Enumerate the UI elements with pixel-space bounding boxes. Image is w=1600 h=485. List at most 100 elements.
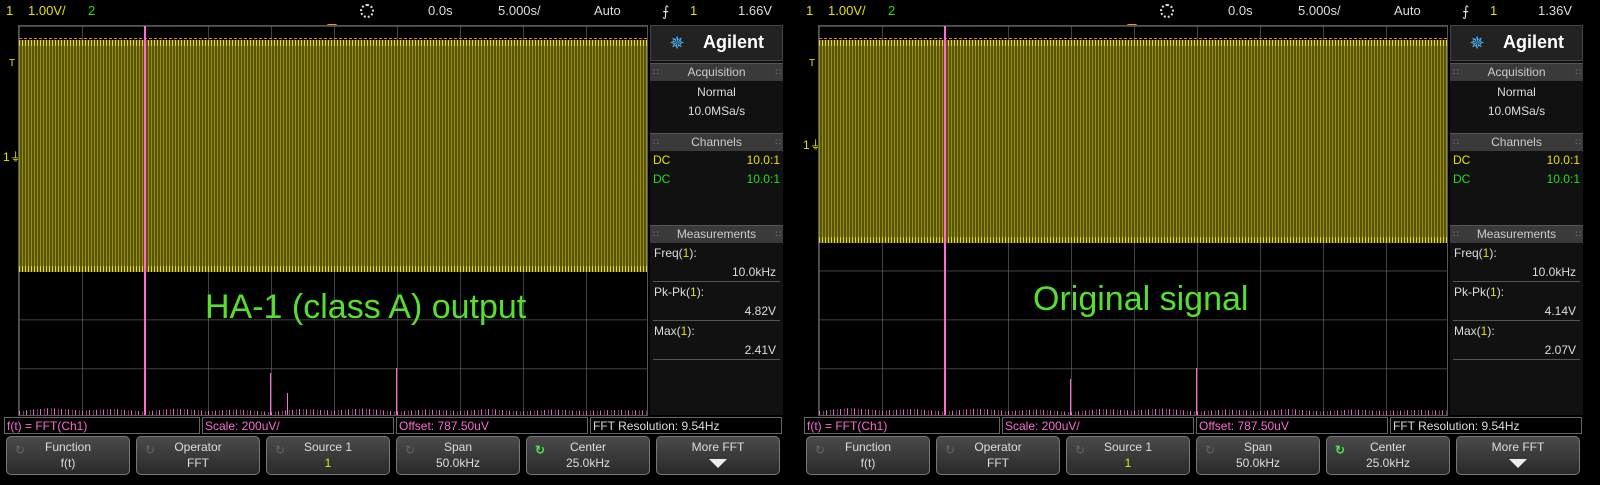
grip-icon: ∷ (1575, 229, 1581, 239)
softkey-value: 1 (324, 456, 332, 470)
softkey-bar: ↻ Function f(t) ↻ Operator FFT ↻ Source … (0, 436, 800, 485)
channel-1-scale[interactable]: 1.00V/ (828, 0, 866, 22)
softkey-title: Center (569, 440, 607, 454)
measurement-value: 10.0kHz (653, 264, 780, 282)
math-function-label: f(t) = FFT(Ch1) (804, 417, 1000, 434)
section-title: Measurements (1476, 227, 1557, 241)
status-bar: 1 1.00V/ 2 0.0s 5.000s/ Auto ⨍ 1 1.66V (0, 0, 800, 22)
sample-rate: 10.0MSa/s (687, 104, 746, 118)
math-status-bar: f(t) = FFT(Ch1) Scale: 200uV/ Offset: 78… (0, 417, 800, 434)
time-position: 0.0s (428, 3, 453, 18)
channel-2-indicator[interactable]: 2 (888, 0, 895, 22)
knob-icon: ↻ (145, 443, 156, 457)
function-softkey[interactable]: ↻ Function f(t) (806, 436, 930, 475)
measurement-freq: Freq(1): 10.0kHz (1450, 243, 1583, 282)
channel-2-indicator[interactable]: 2 (88, 0, 95, 22)
grip-icon: ∷ (1575, 137, 1581, 147)
fft-harmonic-2 (1070, 379, 1071, 415)
waveform-display[interactable]: Original signal (818, 25, 1448, 416)
channel-coupling: DC (653, 172, 671, 186)
oscilloscope-screen-left: 1 1.00V/ 2 0.0s 5.000s/ Auto ⨍ 1 1.66V T… (0, 0, 800, 485)
measurement-freq: Freq(1): 10.0kHz (650, 243, 783, 282)
section-title: Acquisition (687, 65, 746, 79)
acquisition-header[interactable]: ∷ Acquisition ∷ (650, 63, 783, 81)
measurement-max: Max(1): 2.41V (650, 321, 783, 360)
trigger-level-marker: T (809, 58, 816, 69)
channels-header[interactable]: ∷ Channels ∷ (1450, 133, 1583, 151)
measurement-channel: 1 (690, 285, 697, 299)
grip-icon: ∷ (653, 137, 659, 147)
measurement-name: Freq( (654, 246, 683, 260)
fft-harmonic-3 (1196, 368, 1197, 415)
rising-edge-icon: ⨍ (1462, 3, 1470, 19)
trigger-level-line (19, 38, 647, 39)
source-1-softkey[interactable]: ↻ Source 1 1 (1066, 436, 1190, 475)
fft-noise-floor (19, 408, 647, 415)
fft-resolution: FFT Resolution: 9.54Hz (1390, 417, 1582, 434)
softkey-bar: ↻ Function f(t) ↻ Operator FFT ↻ Source … (800, 436, 1600, 485)
channel-probe-ratio: 10.0:1 (746, 172, 780, 186)
more-fft-softkey[interactable]: More FFT (656, 436, 780, 475)
waveform-display[interactable]: HA-1 (class A) output (18, 25, 648, 416)
acquisition-mode: Normal (697, 85, 736, 99)
waveform-top-edge (19, 40, 647, 46)
waveform-bottom-edge (19, 266, 647, 272)
channel-1-waveform (819, 40, 1447, 243)
knob-icon: ↻ (1205, 443, 1216, 457)
channel-probe-ratio: 10.0:1 (1546, 153, 1580, 167)
brand-header: ✵ Agilent (650, 25, 783, 61)
measurement-name: Pk-Pk( (654, 285, 690, 299)
fft-fundamental-peak (944, 26, 946, 415)
center-softkey[interactable]: ↻ Center 25.0kHz (526, 436, 650, 475)
signal-caption: Original signal (1033, 280, 1249, 318)
math-offset: Offset: 787.50uV (396, 417, 588, 434)
grip-icon: ∷ (1575, 67, 1581, 77)
status-bar: 1 1.00V/ 2 0.0s 5.000s/ Auto ⨍ 1 1.36V (800, 0, 1600, 22)
channel-1-scale[interactable]: 1.00V/ (28, 0, 66, 22)
grip-icon: ∷ (1453, 229, 1459, 239)
channel-1-indicator[interactable]: 1 (806, 0, 813, 22)
channel-coupling: DC (1453, 153, 1471, 167)
fft-harmonic-3 (396, 368, 397, 415)
agilent-spark-icon: ✵ (669, 33, 685, 53)
measurement-suffix: ): (689, 246, 697, 260)
acquisition-info: Normal 10.0MSa/s (650, 81, 783, 131)
function-softkey[interactable]: ↻ Function f(t) (6, 436, 130, 475)
channel-1-indicator[interactable]: 1 (6, 0, 13, 22)
more-fft-softkey[interactable]: More FFT (1456, 436, 1580, 475)
measurement-suffix: ): (1496, 285, 1505, 299)
operator-softkey[interactable]: ↻ Operator FFT (136, 436, 260, 475)
softkey-value: 25.0kHz (565, 456, 611, 470)
oscilloscope-screen-right: 1 1.00V/ 2 0.0s 5.000s/ Auto ⨍ 1 1.36V T… (800, 0, 1600, 485)
signal-caption: HA-1 (class A) output (205, 288, 527, 326)
channels-header[interactable]: ∷ Channels ∷ (650, 133, 783, 151)
softkey-value: 50.0kHz (435, 456, 481, 470)
channel-2-row: DC 10.0:1 (650, 170, 783, 189)
softkey-value: 25.0kHz (1365, 456, 1411, 470)
brand-name: Agilent (703, 32, 764, 52)
grip-icon: ∷ (1453, 67, 1459, 77)
fft-fundamental-peak (144, 26, 146, 415)
trigger-level: 1.36V (1538, 3, 1572, 18)
math-offset: Offset: 787.50uV (1196, 417, 1388, 434)
acquisition-header[interactable]: ∷ Acquisition ∷ (1450, 63, 1583, 81)
knob-active-icon: ↻ (1335, 443, 1346, 457)
side-info-panel: ✵ Agilent ∷ Acquisition ∷ Normal 10.0MSa… (1450, 25, 1583, 415)
softkey-title: Span (443, 440, 473, 454)
center-softkey[interactable]: ↻ Center 25.0kHz (1326, 436, 1450, 475)
measurements-header[interactable]: ∷ Measurements ∷ (1450, 225, 1583, 243)
measurement-pkpk: Pk-Pk(1): 4.14V (1450, 282, 1583, 321)
trigger-channel: 1 (1490, 3, 1498, 18)
operator-softkey[interactable]: ↻ Operator FFT (936, 436, 1060, 475)
span-softkey[interactable]: ↻ Span 50.0kHz (396, 436, 520, 475)
measurement-name: Max( (654, 324, 681, 338)
measurement-value: 4.82V (653, 303, 780, 321)
measurement-channel: 1 (1490, 285, 1497, 299)
run-status-icon (360, 4, 374, 18)
knob-icon: ↻ (275, 443, 286, 457)
span-softkey[interactable]: ↻ Span 50.0kHz (1196, 436, 1320, 475)
measurement-value: 4.14V (1453, 303, 1580, 321)
source-1-softkey[interactable]: ↻ Source 1 1 (266, 436, 390, 475)
measurements-header[interactable]: ∷ Measurements ∷ (650, 225, 783, 243)
brand-header: ✵ Agilent (1450, 25, 1583, 61)
